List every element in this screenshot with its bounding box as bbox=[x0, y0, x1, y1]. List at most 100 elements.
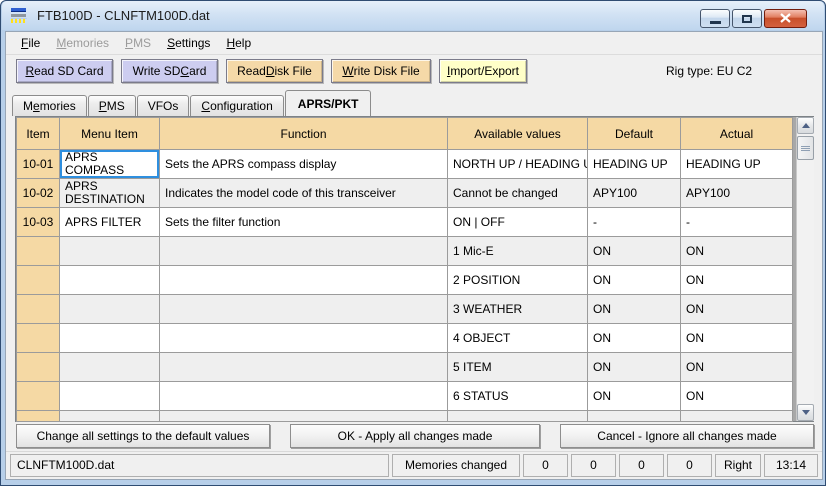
tab-memories[interactable]: Memories bbox=[12, 95, 87, 116]
grid-cell[interactable] bbox=[60, 324, 160, 353]
grid-cell[interactable] bbox=[160, 237, 448, 266]
grid-cell[interactable]: Cannot be changed bbox=[448, 179, 588, 208]
grid-cell[interactable]: APRS DESTINATION bbox=[60, 179, 160, 208]
grid-cell[interactable]: APRS COMPASS bbox=[60, 150, 160, 179]
read-disk-file-button[interactable]: Read Disk File bbox=[226, 59, 323, 83]
grid-cell[interactable]: 2 POSITION bbox=[448, 266, 588, 295]
menu-help[interactable]: Help bbox=[218, 33, 259, 53]
grid-cell[interactable]: Indicates the model code of this transce… bbox=[160, 179, 448, 208]
write-sd-card-button[interactable]: Write SD Card bbox=[121, 59, 218, 83]
settings-table: Item Menu Item Function Available values… bbox=[16, 117, 793, 422]
grid-cell[interactable]: ON bbox=[681, 266, 793, 295]
item-cell[interactable] bbox=[17, 324, 60, 353]
grid-cell[interactable]: 3 WEATHER bbox=[448, 295, 588, 324]
item-cell[interactable]: 10-01 bbox=[17, 150, 60, 179]
grid-cell[interactable]: ON bbox=[681, 237, 793, 266]
grid-cell[interactable]: ON bbox=[588, 382, 681, 411]
maximize-button[interactable] bbox=[732, 9, 762, 28]
grid-cell[interactable]: HEADING UP bbox=[588, 150, 681, 179]
column-header-default: Default bbox=[588, 118, 681, 150]
status-time: 13:14 bbox=[764, 454, 818, 477]
scroll-down-button[interactable] bbox=[797, 404, 814, 421]
app-window: FTB100D - CLNFTM100D.dat File Memories P… bbox=[0, 0, 826, 486]
table-row: 4 OBJECTONON bbox=[17, 324, 793, 353]
grid-cell[interactable] bbox=[60, 411, 160, 422]
grid-cell[interactable]: ON bbox=[681, 382, 793, 411]
defaults-button[interactable]: Change all settings to the default value… bbox=[16, 424, 270, 448]
grid-cell[interactable] bbox=[160, 382, 448, 411]
app-icon-gray-bar bbox=[11, 14, 26, 17]
column-header-available-values: Available values bbox=[448, 118, 588, 150]
grid-cell[interactable]: 5 ITEM bbox=[448, 353, 588, 382]
grid-cell[interactable] bbox=[60, 266, 160, 295]
grid-cell[interactable]: Sets the APRS compass display bbox=[160, 150, 448, 179]
item-cell[interactable]: 10-02 bbox=[17, 179, 60, 208]
write-disk-file-button[interactable]: Write Disk File bbox=[331, 59, 431, 83]
grid-cell[interactable]: ON bbox=[681, 324, 793, 353]
grid-cell[interactable]: APY100 bbox=[588, 179, 681, 208]
grid-cell[interactable] bbox=[681, 411, 793, 422]
minimize-button[interactable] bbox=[700, 9, 730, 28]
grid-cell[interactable]: ON bbox=[681, 295, 793, 324]
item-cell[interactable] bbox=[17, 295, 60, 324]
item-cell[interactable] bbox=[17, 266, 60, 295]
close-button[interactable] bbox=[764, 9, 807, 28]
table-row: 10-03APRS FILTERSets the filter function… bbox=[17, 208, 793, 237]
grid-cell[interactable]: ON bbox=[588, 237, 681, 266]
grid-cell[interactable]: 4 OBJECT bbox=[448, 324, 588, 353]
grid-cell[interactable]: ON bbox=[588, 324, 681, 353]
grid-cell[interactable] bbox=[60, 382, 160, 411]
grid-cell[interactable] bbox=[588, 411, 681, 422]
menu-file[interactable]: File bbox=[13, 33, 48, 53]
grid-cell[interactable] bbox=[160, 353, 448, 382]
grid-cell[interactable] bbox=[60, 353, 160, 382]
import-export-button[interactable]: Import/Export bbox=[439, 59, 527, 83]
table-row: 1 Mic-EONON bbox=[17, 237, 793, 266]
window-title: FTB100D - CLNFTM100D.dat bbox=[37, 8, 210, 23]
grid-cell[interactable]: Sets the filter function bbox=[160, 208, 448, 237]
grid-cell[interactable]: - bbox=[588, 208, 681, 237]
grid-cell[interactable]: HEADING UP bbox=[681, 150, 793, 179]
item-cell[interactable] bbox=[17, 237, 60, 266]
scrollbar-thumb[interactable] bbox=[797, 136, 814, 160]
tab-aprs-pkt[interactable]: APRS/PKT bbox=[285, 90, 372, 116]
vertical-scrollbar[interactable] bbox=[796, 117, 814, 421]
status-memories-changed: Memories changed bbox=[392, 454, 520, 477]
cancel-button[interactable]: Cancel - Ignore all changes made bbox=[560, 424, 814, 448]
client-area: File Memories PMS Settings Help Read SD … bbox=[5, 31, 823, 480]
grid-cell[interactable] bbox=[60, 237, 160, 266]
grid-cell[interactable] bbox=[160, 266, 448, 295]
menu-settings[interactable]: Settings bbox=[159, 33, 218, 53]
grid-cell[interactable] bbox=[60, 295, 160, 324]
item-cell[interactable] bbox=[17, 353, 60, 382]
grid-cell[interactable]: NORTH UP / HEADING UP bbox=[448, 150, 588, 179]
grid-cell[interactable] bbox=[160, 411, 448, 422]
tab-pms[interactable]: PMS bbox=[88, 95, 136, 116]
grid-cell[interactable]: 6 STATUS bbox=[448, 382, 588, 411]
grid-cell[interactable]: - bbox=[681, 208, 793, 237]
item-cell[interactable]: 10-03 bbox=[17, 208, 60, 237]
grid-cell[interactable]: ON bbox=[588, 266, 681, 295]
scroll-up-button[interactable] bbox=[797, 117, 814, 134]
grid-cell[interactable] bbox=[448, 411, 588, 422]
grid-cell[interactable]: ON bbox=[588, 295, 681, 324]
grid-cell[interactable]: ON bbox=[588, 353, 681, 382]
tab-vfos[interactable]: VFOs bbox=[137, 95, 190, 116]
grid-cell[interactable]: ON bbox=[681, 353, 793, 382]
item-cell[interactable] bbox=[17, 382, 60, 411]
menu-memories: Memories bbox=[48, 33, 117, 53]
tab-configuration[interactable]: Configuration bbox=[190, 95, 283, 116]
grid-cell[interactable] bbox=[160, 295, 448, 324]
down-arrow-icon bbox=[802, 410, 810, 415]
maximize-icon bbox=[742, 15, 752, 23]
header-row: Item Menu Item Function Available values… bbox=[17, 118, 793, 150]
ok-apply-button[interactable]: OK - Apply all changes made bbox=[290, 424, 540, 448]
grid-cell[interactable] bbox=[160, 324, 448, 353]
grid-cell[interactable]: APRS FILTER bbox=[60, 208, 160, 237]
read-sd-card-button[interactable]: Read SD Card bbox=[16, 59, 113, 83]
grid-cell[interactable]: APY100 bbox=[681, 179, 793, 208]
grid-cell[interactable]: ON | OFF bbox=[448, 208, 588, 237]
grid-cell[interactable]: 1 Mic-E bbox=[448, 237, 588, 266]
item-cell[interactable] bbox=[17, 411, 60, 422]
app-icon[interactable] bbox=[11, 8, 29, 23]
